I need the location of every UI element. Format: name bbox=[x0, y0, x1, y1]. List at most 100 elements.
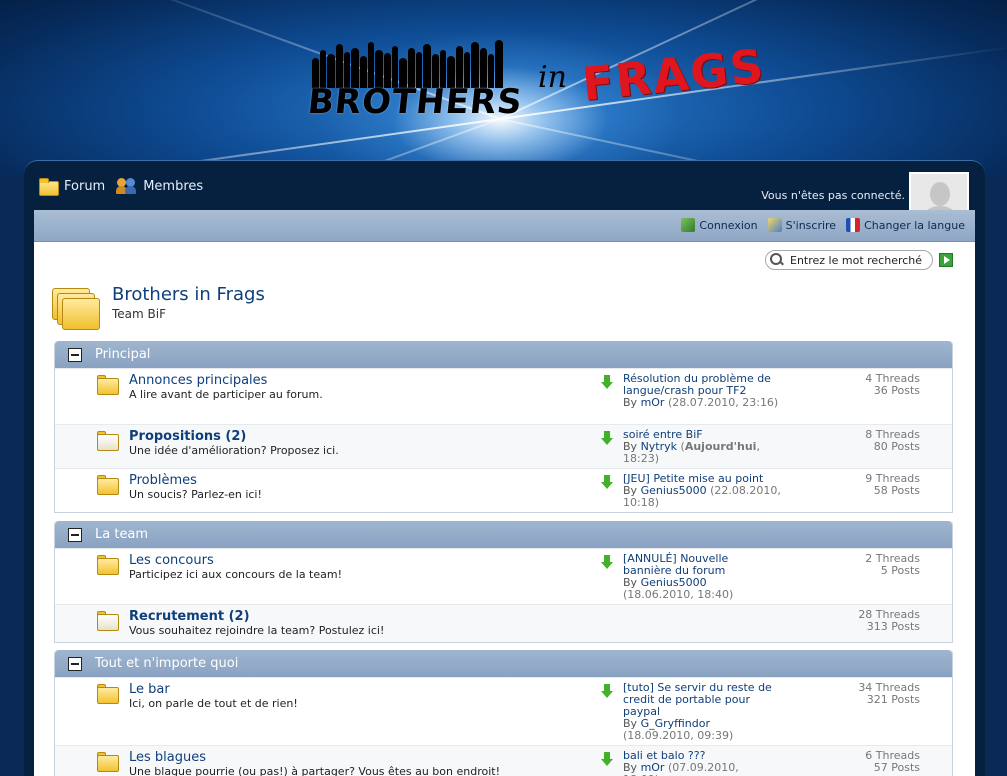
board-description: Participez ici aux concours de la team! bbox=[129, 568, 343, 581]
search-icon bbox=[770, 253, 784, 267]
board-name[interactable]: Les concours bbox=[129, 553, 214, 568]
post-count: 58 Posts bbox=[873, 484, 920, 497]
forum-folder-icon bbox=[52, 282, 100, 330]
board-folder-icon bbox=[97, 554, 121, 576]
user-toolbar: Connexion S'inscrire Changer la langue bbox=[34, 210, 975, 242]
last-post-title[interactable]: [ANNULÉ] Nouvelle bannière du forum bbox=[623, 553, 743, 577]
change-language-link[interactable]: Changer la langue bbox=[846, 218, 965, 232]
board-description: Une blague pourrie (ou pas!) à partager?… bbox=[129, 765, 501, 776]
crowd-silhouette bbox=[312, 40, 522, 88]
category-principal: Principal Annonces principales A lire av… bbox=[54, 341, 953, 513]
register-icon bbox=[767, 218, 782, 232]
green-down-arrow-icon[interactable] bbox=[601, 375, 613, 389]
green-down-arrow-icon[interactable] bbox=[601, 555, 613, 569]
board-stats: 6 Threads 57 Posts bbox=[865, 750, 920, 774]
collapse-toggle[interactable] bbox=[68, 656, 82, 671]
register-link[interactable]: S'inscrire bbox=[767, 218, 837, 232]
last-post: Résolution du problème de langue/crash p… bbox=[623, 373, 783, 409]
category-tout-et-nimporte-quoi: Tout et n'importe quoi Le bar Ici, on pa… bbox=[54, 650, 953, 776]
logo-frags: FRAGS bbox=[579, 38, 768, 112]
board-name[interactable]: Annonces principales bbox=[129, 373, 267, 388]
category-title: La team bbox=[95, 527, 149, 542]
post-count: 5 Posts bbox=[880, 564, 920, 577]
last-post: [tuto] Se servir du reste de credit de p… bbox=[623, 681, 773, 742]
board-name[interactable]: Le bar bbox=[129, 682, 170, 697]
board-name[interactable]: Problèmes bbox=[129, 473, 197, 488]
board-stats: 2 Threads 5 Posts bbox=[865, 553, 920, 577]
green-down-arrow-icon[interactable] bbox=[601, 752, 613, 766]
search-placeholder: Entrez le mot recherché bbox=[790, 253, 923, 267]
site-logo[interactable]: BROTHERS in FRAGS bbox=[290, 36, 790, 126]
top-navigation: Forum Membres bbox=[38, 177, 203, 196]
last-post-title[interactable]: Résolution du problème de langue/crash p… bbox=[623, 373, 783, 397]
search-input[interactable]: Entrez le mot recherché bbox=[765, 250, 933, 270]
board-folder-icon bbox=[97, 430, 121, 452]
board-row: Les concours Participez ici aux concours… bbox=[55, 548, 952, 604]
last-post: [JEU] Petite mise au point By Genius5000… bbox=[623, 473, 783, 509]
last-post: bali et balo ??? By mOr (07.09.2010, 18:… bbox=[623, 750, 743, 776]
folder-icon bbox=[38, 177, 59, 196]
login-status: Vous n'êtes pas connecté. bbox=[761, 189, 905, 202]
board-name[interactable]: Recrutement (2) bbox=[129, 609, 250, 624]
board-folder-icon bbox=[97, 751, 121, 773]
last-post-date: (18.06.2010, 18:40) bbox=[623, 588, 734, 601]
search-go-button[interactable] bbox=[939, 253, 953, 267]
board-folder-icon bbox=[97, 474, 121, 496]
logo-in: in bbox=[538, 60, 567, 95]
category-header: La team bbox=[55, 521, 952, 548]
main-frame: Forum Membres Vous n'êtes pas connecté. … bbox=[24, 160, 985, 776]
french-flag-icon bbox=[846, 218, 861, 232]
category-la-team: La team Les concours Participez ici aux … bbox=[54, 521, 953, 643]
post-count: 321 Posts bbox=[866, 693, 920, 706]
board-row: Le bar Ici, on parle de tout et de rien!… bbox=[55, 677, 952, 745]
board-description: Ici, on parle de tout et de rien! bbox=[129, 697, 298, 710]
green-down-arrow-icon[interactable] bbox=[601, 475, 613, 489]
forum-content: Entrez le mot recherché Brothers in Frag… bbox=[34, 242, 975, 776]
last-post: soiré entre BiF By Nytryk (Aujourd'hui, … bbox=[623, 429, 783, 465]
board-stats: 9 Threads 58 Posts bbox=[865, 473, 920, 497]
last-post-date: (28.07.2010, 23:16) bbox=[667, 396, 779, 409]
page-subtitle: Team BiF bbox=[112, 307, 166, 321]
collapse-toggle[interactable] bbox=[68, 527, 82, 542]
login-label: Connexion bbox=[699, 218, 758, 232]
category-header: Tout et n'importe quoi bbox=[55, 650, 952, 677]
search-bar: Entrez le mot recherché bbox=[765, 250, 953, 270]
category-title: Principal bbox=[95, 347, 151, 362]
collapse-toggle[interactable] bbox=[68, 347, 82, 362]
green-down-arrow-icon[interactable] bbox=[601, 684, 613, 698]
board-description: Une idée d'amélioration? Proposez ici. bbox=[129, 444, 339, 457]
board-description: Vous souhaitez rejoindre la team? Postul… bbox=[129, 624, 385, 637]
login-icon bbox=[681, 218, 696, 232]
board-folder-icon bbox=[97, 610, 121, 632]
category-header: Principal bbox=[55, 341, 952, 368]
post-count: 313 Posts bbox=[866, 620, 920, 633]
last-post-author[interactable]: mOr bbox=[641, 396, 665, 409]
board-stats: 8 Threads 80 Posts bbox=[865, 429, 920, 453]
board-stats: 28 Threads 313 Posts bbox=[858, 609, 920, 633]
board-name[interactable]: Les blagues bbox=[129, 750, 206, 765]
post-count: 80 Posts bbox=[873, 440, 920, 453]
change-language-label: Changer la langue bbox=[864, 218, 965, 232]
category-title: Tout et n'importe quoi bbox=[95, 656, 239, 671]
post-count: 36 Posts bbox=[873, 384, 920, 397]
last-post-title[interactable]: [tuto] Se servir du reste de credit de p… bbox=[623, 682, 773, 718]
board-name[interactable]: Propositions (2) bbox=[129, 429, 246, 444]
post-count: 57 Posts bbox=[873, 761, 920, 774]
board-row: Propositions (2) Une idée d'amélioration… bbox=[55, 424, 952, 468]
logo-brothers: BROTHERS bbox=[305, 82, 525, 122]
green-down-arrow-icon[interactable] bbox=[601, 431, 613, 445]
board-row: Problèmes Un soucis? Parlez-en ici! [JEU… bbox=[55, 468, 952, 512]
page-heading: Brothers in Frags Team BiF bbox=[52, 282, 265, 330]
board-folder-icon bbox=[97, 374, 121, 396]
board-stats: 34 Threads 321 Posts bbox=[858, 682, 920, 706]
board-row: Les blagues Une blague pourrie (ou pas!)… bbox=[55, 745, 952, 776]
nav-forum[interactable]: Forum bbox=[38, 177, 105, 196]
nav-members[interactable]: Membres bbox=[115, 177, 203, 195]
board-stats: 4 Threads 36 Posts bbox=[865, 373, 920, 397]
board-description: Un soucis? Parlez-en ici! bbox=[129, 488, 262, 501]
last-post: [ANNULÉ] Nouvelle bannière du forum By G… bbox=[623, 553, 743, 601]
page-title: Brothers in Frags bbox=[112, 284, 265, 305]
login-link[interactable]: Connexion bbox=[681, 218, 758, 232]
register-label: S'inscrire bbox=[785, 218, 837, 232]
members-icon bbox=[115, 177, 137, 195]
